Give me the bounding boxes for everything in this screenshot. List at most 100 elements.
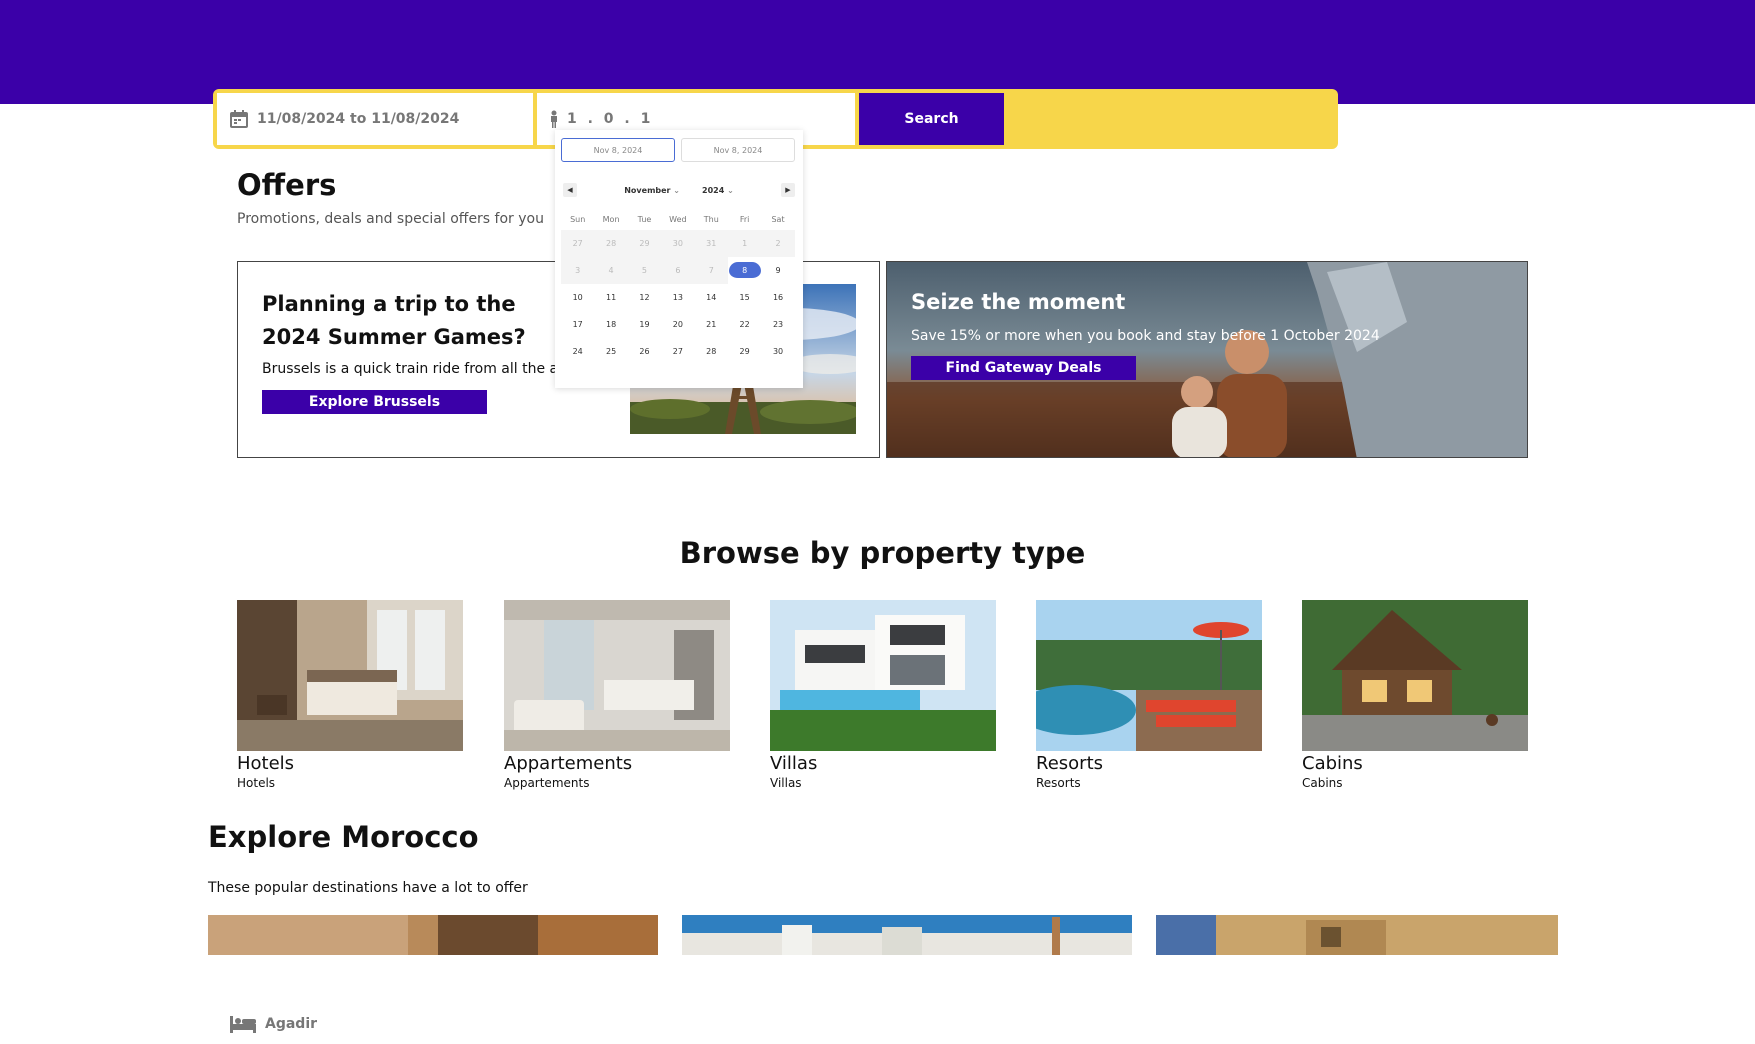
- destination-image: [1156, 915, 1558, 955]
- offer-card-seize-moment: Seize the moment Save 15% or more when y…: [886, 261, 1528, 458]
- end-date-input[interactable]: Nov 8, 2024: [681, 138, 795, 162]
- calendar-day[interactable]: 26: [628, 338, 661, 365]
- property-type-name: Appartements: [504, 753, 633, 774]
- weekday-label: Fri: [739, 215, 750, 224]
- guests-value: 1 . 0 . 1: [567, 111, 654, 127]
- weekday-label: Thu: [703, 215, 719, 224]
- person-icon: [551, 110, 557, 128]
- calendar-day[interactable]: 23: [761, 311, 794, 338]
- find-gateway-deals-button[interactable]: Find Gateway Deals: [911, 356, 1136, 380]
- month-label: November: [624, 185, 671, 195]
- calendar-day[interactable]: 16: [761, 284, 794, 311]
- calendar-grid: Sun Mon Tue Wed Thu Fri Sat 27 28 29 30 31 1 2 3 4 5 6 7 8 9…: [561, 210, 797, 365]
- calendar-day: 1: [727, 230, 762, 257]
- calendar-day[interactable]: 10: [561, 284, 594, 311]
- calendar-day[interactable]: 29: [728, 338, 761, 365]
- offer-card-title: Seize the moment: [911, 290, 1126, 314]
- property-type-cabins[interactable]: Cabins Cabins: [1302, 600, 1528, 790]
- offer-card-text: Save 15% or more when you book and stay …: [911, 328, 1380, 344]
- calendar-day: 4: [594, 257, 628, 284]
- cabin-image: [1302, 600, 1528, 751]
- next-month-button[interactable]: ▶: [781, 183, 795, 197]
- destination-card-3[interactable]: [1156, 915, 1558, 955]
- property-type-name: Villas: [770, 753, 818, 774]
- weekday-label: Wed: [669, 215, 687, 224]
- chevron-right-icon: ▶: [785, 186, 791, 194]
- calendar-day[interactable]: 17: [561, 311, 594, 338]
- property-type-resorts[interactable]: Resorts Resorts: [1036, 600, 1262, 790]
- start-date-input[interactable]: Nov 8, 2024: [561, 138, 675, 162]
- calendar-day: 3: [561, 257, 595, 284]
- explore-subtitle: These popular destinations have a lot to…: [208, 880, 528, 896]
- date-range-value: 11/08/2024 to 11/08/2024: [257, 111, 460, 127]
- destination-image: [208, 915, 658, 955]
- calendar-day: 27: [561, 230, 595, 257]
- calendar-icon: [230, 110, 248, 128]
- year-label: 2024: [702, 185, 725, 195]
- property-type-villas[interactable]: Villas Villas: [770, 600, 996, 790]
- calendar-day[interactable]: 27: [661, 338, 694, 365]
- date-picker-popup: Nov 8, 2024 Nov 8, 2024 ◀ November ⌄ 202…: [555, 130, 803, 388]
- calendar-day: 7: [694, 257, 728, 284]
- prev-month-button[interactable]: ◀: [563, 183, 577, 197]
- calendar-day[interactable]: 21: [695, 311, 728, 338]
- chevron-down-icon: ⌄: [673, 185, 680, 195]
- apartment-image: [504, 600, 730, 751]
- calendar-day-selected[interactable]: 8: [728, 257, 761, 284]
- calendar-day: 28: [594, 230, 628, 257]
- calendar-day[interactable]: 28: [695, 338, 728, 365]
- calendar-day: 5: [627, 257, 662, 284]
- explore-brussels-button[interactable]: Explore Brussels: [262, 390, 487, 414]
- destination-card-2[interactable]: [682, 915, 1132, 955]
- date-range-field[interactable]: 11/08/2024 to 11/08/2024: [217, 93, 533, 145]
- calendar-day[interactable]: 15: [728, 284, 761, 311]
- calendar-day: 31: [694, 230, 728, 257]
- calendar-day[interactable]: 11: [594, 284, 627, 311]
- weekday-label: Mon: [602, 215, 620, 224]
- calendar-day[interactable]: 22: [728, 311, 761, 338]
- offers-title: Offers: [237, 168, 337, 202]
- property-type-subtitle: Appartements: [504, 776, 590, 790]
- calendar-day: 29: [627, 230, 662, 257]
- property-type-subtitle: Villas: [770, 776, 802, 790]
- year-select[interactable]: 2024 ⌄: [702, 186, 734, 195]
- property-type-name: Cabins: [1302, 753, 1363, 774]
- offer-card-title: Planning a trip to the 2024 Summer Games…: [262, 292, 526, 349]
- property-type-subtitle: Cabins: [1302, 776, 1343, 790]
- month-select[interactable]: November ⌄: [624, 186, 680, 195]
- weekday-label: Sat: [771, 215, 785, 224]
- calendar-day[interactable]: 30: [761, 338, 794, 365]
- weekday-label: Sun: [570, 215, 586, 224]
- explore-title: Explore Morocco: [208, 820, 479, 854]
- calendar-day[interactable]: 14: [695, 284, 728, 311]
- offer-card-text: Brussels is a quick train ride from all …: [262, 361, 572, 377]
- calendar-day[interactable]: 9: [761, 257, 794, 284]
- destination-value: Agadir: [265, 1016, 318, 1032]
- destination-field[interactable]: Agadir: [217, 1004, 534, 1044]
- property-type-subtitle: Hotels: [237, 776, 276, 790]
- property-type-subtitle: Resorts: [1036, 776, 1081, 790]
- calendar-day: 30: [661, 230, 695, 257]
- property-type-appartements[interactable]: Appartements Appartements: [504, 600, 730, 790]
- calendar-day[interactable]: 25: [594, 338, 627, 365]
- calendar-day[interactable]: 12: [628, 284, 661, 311]
- calendar-day[interactable]: 13: [661, 284, 694, 311]
- destination-card-1[interactable]: [208, 915, 658, 955]
- offers-subtitle: Promotions, deals and special offers for…: [237, 211, 544, 227]
- bed-icon: [230, 1016, 256, 1033]
- chevron-down-icon: ⌄: [727, 185, 734, 195]
- search-button[interactable]: Search: [859, 93, 1004, 145]
- chevron-left-icon: ◀: [567, 186, 573, 194]
- calendar-day[interactable]: 18: [594, 311, 627, 338]
- browse-property-title: Browse by property type: [679, 536, 1086, 570]
- calendar-day-number: 8: [728, 262, 761, 280]
- property-type-hotels[interactable]: Hotels Hotels: [237, 600, 463, 790]
- destination-image: [682, 915, 1132, 955]
- calendar-day[interactable]: 19: [628, 311, 661, 338]
- weekday-label: Tue: [637, 215, 652, 224]
- calendar-day: 2: [761, 230, 795, 257]
- calendar-day[interactable]: 20: [661, 311, 694, 338]
- calendar-day[interactable]: 24: [561, 338, 594, 365]
- villa-image: [770, 600, 996, 751]
- calendar-day: 6: [661, 257, 695, 284]
